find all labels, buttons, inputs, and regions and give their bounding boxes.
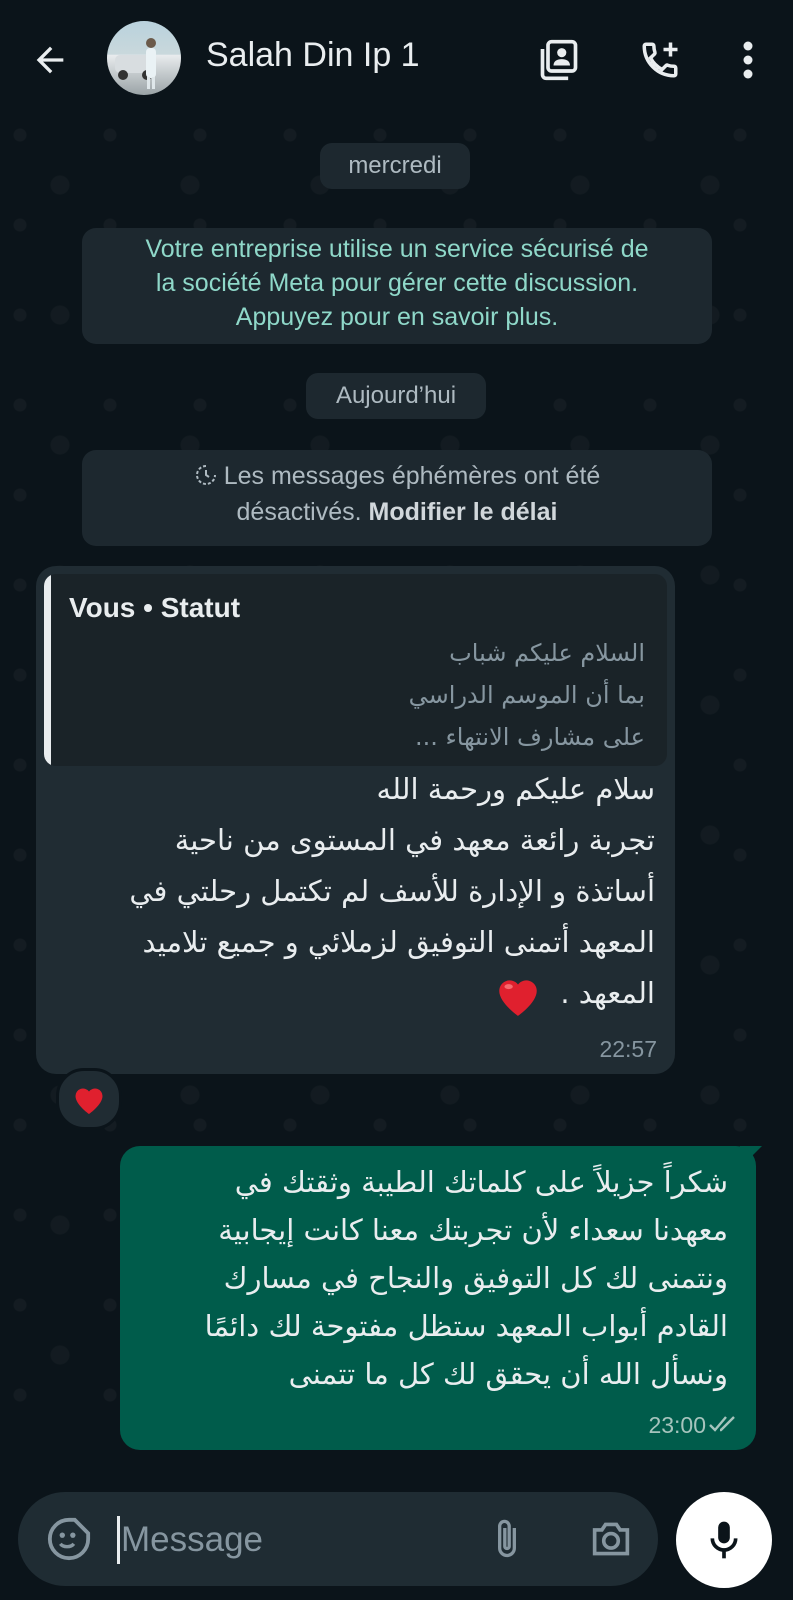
chat-header: Salah Din Ip 1 bbox=[0, 0, 793, 115]
message-line: معهدنا سعداء لأن تجربتك معنا كانت إيجابي… bbox=[218, 1213, 728, 1247]
message-line-last: المعهد . bbox=[55, 968, 655, 1019]
attach-icon bbox=[498, 1519, 516, 1558]
incoming-message[interactable]: Vous • Statut السلام عليكم شباب بما أن ا… bbox=[36, 566, 675, 1074]
contact-card-button[interactable] bbox=[535, 36, 583, 84]
quoted-status[interactable]: Vous • Statut السلام عليكم شباب بما أن ا… bbox=[44, 574, 667, 766]
message-line: المعهد أتمنى التوفيق لزملائي و جميع تلام… bbox=[142, 925, 655, 959]
camera-icon bbox=[592, 1522, 630, 1556]
message-line: أساتذة و الإدارة للأسف لم تكتمل رحلتي في bbox=[129, 874, 655, 908]
sticker-button[interactable] bbox=[44, 1514, 94, 1564]
message-line: شكراً جزيلاً على كلماتك الطيبة وثقتك في bbox=[234, 1165, 728, 1199]
sticker-icon bbox=[47, 1517, 91, 1561]
message-time: 22:57 bbox=[599, 1036, 657, 1062]
contact-name[interactable]: Salah Din Ip 1 bbox=[206, 36, 420, 75]
arrow-left-icon bbox=[36, 46, 64, 74]
attach-button[interactable] bbox=[485, 1514, 529, 1564]
message-text: سلام عليكم ورحمة الله تجربة رائعة معهد ف… bbox=[55, 764, 655, 1019]
meta-notice-line3: Appuyez pour en savoir plus. bbox=[235, 303, 559, 331]
date-separator: mercredi bbox=[320, 143, 470, 189]
message-text: شكراً جزيلاً على كلماتك الطيبة وثقتك في … bbox=[138, 1158, 728, 1398]
more-options-button[interactable] bbox=[730, 36, 766, 84]
message-line: القادم أبواب المعهد ستظل مفتوحة لك دائمً… bbox=[204, 1309, 728, 1343]
more-vert-icon bbox=[743, 41, 753, 79]
timer-icon bbox=[195, 465, 216, 485]
message-line: سلام عليكم ورحمة الله bbox=[376, 772, 655, 806]
message-time: 23:00 bbox=[648, 1412, 706, 1438]
message-line: المعهد . bbox=[560, 976, 655, 1010]
meta-security-notice[interactable]: Votre entreprise utilise un service sécu… bbox=[82, 228, 712, 344]
back-button[interactable] bbox=[24, 34, 76, 86]
camera-button[interactable] bbox=[586, 1514, 636, 1564]
ephemeral-notice[interactable]: Les messages éphémères ont été désactivé… bbox=[82, 450, 712, 546]
mic-icon bbox=[710, 1521, 738, 1559]
reaction-badge[interactable] bbox=[56, 1068, 122, 1130]
heart-reaction-icon bbox=[75, 1088, 103, 1114]
message-line: تجربة رائعة معهد في المستوى من ناحية bbox=[174, 823, 655, 857]
contact-card-icon bbox=[540, 39, 578, 81]
avatar-photo bbox=[115, 38, 156, 89]
voice-message-button[interactable] bbox=[676, 1492, 772, 1588]
add-call-icon bbox=[642, 42, 678, 78]
quote-line: على مشارف الانتهاء ... bbox=[414, 723, 645, 751]
quote-bar bbox=[44, 574, 51, 766]
ephemeral-text-line2: désactivés. bbox=[236, 498, 362, 526]
message-line: ونسأل الله أن يحقق لك كل ما تتمنى bbox=[288, 1357, 728, 1391]
date-separator-today: Aujourd’hui bbox=[306, 373, 486, 419]
meta-notice-line2: la société Meta pour gérer cette discuss… bbox=[155, 269, 639, 297]
quote-text: السلام عليكم شباب بما أن الموسم الدراسي … bbox=[85, 632, 645, 758]
quote-line: بما أن الموسم الدراسي bbox=[408, 681, 645, 709]
heart-emoji-icon bbox=[499, 980, 537, 1016]
quote-line: السلام عليكم شباب bbox=[449, 639, 645, 667]
meta-notice-line1: Votre entreprise utilise un service sécu… bbox=[145, 235, 649, 263]
add-call-button[interactable] bbox=[636, 36, 684, 84]
ephemeral-text-line1: Les messages éphémères ont été bbox=[223, 462, 601, 490]
read-receipt-icon bbox=[709, 1416, 735, 1432]
message-input[interactable] bbox=[119, 1506, 463, 1574]
avatar[interactable] bbox=[107, 21, 181, 95]
modify-timer-link[interactable]: Modifier le délai bbox=[369, 498, 558, 526]
quote-author: Vous • Statut bbox=[69, 592, 241, 623]
outgoing-message[interactable]: شكراً جزيلاً على كلماتك الطيبة وثقتك في … bbox=[120, 1146, 756, 1450]
message-line: ونتمنى لك كل التوفيق والنجاح في مسارك bbox=[223, 1261, 728, 1295]
message-composer bbox=[18, 1492, 658, 1586]
